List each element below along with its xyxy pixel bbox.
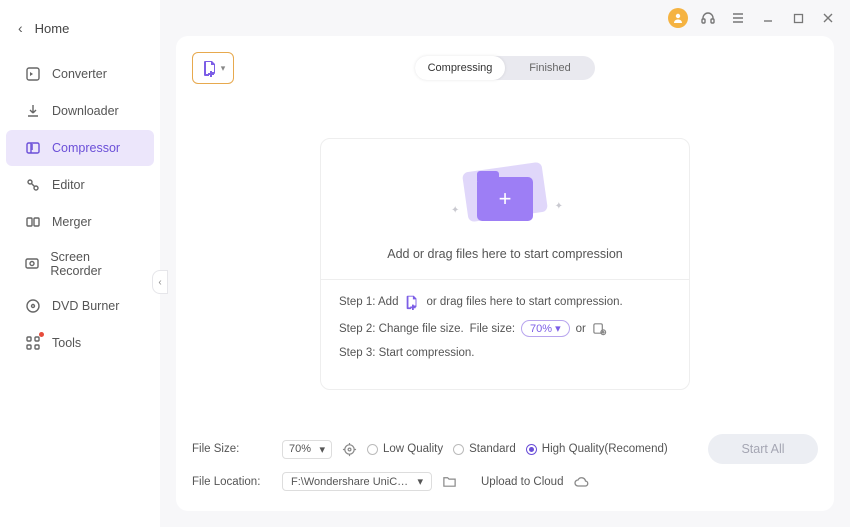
quality-low-radio[interactable]: Low Quality [367,443,443,455]
collapse-sidebar-button[interactable]: ‹ [152,270,168,294]
filesize-label: File Size: [192,443,272,455]
nav-label: Compressor [52,141,120,155]
sidebar-item-dvd-burner[interactable]: DVD Burner [6,288,154,324]
nav-label: Converter [52,67,107,81]
main-area: ▾ Compressing Finished + ✦ ✦ Add or [160,0,850,527]
start-all-button[interactable]: Start All [708,434,818,464]
drop-area[interactable]: + ✦ ✦ Add or drag files here to start co… [320,138,690,390]
location-label: File Location: [192,476,272,488]
menu-icon[interactable] [728,8,748,28]
settings-icon[interactable] [592,321,607,336]
nav-label: Tools [52,336,81,350]
home-button[interactable]: ‹ Home [0,8,160,48]
headphone-icon[interactable] [698,8,718,28]
badge-dot [39,332,44,337]
sidebar-item-compressor[interactable]: Compressor [6,130,154,166]
tab-finished[interactable]: Finished [505,56,595,80]
converter-icon [24,65,42,83]
step-3: Step 3: Start compression. [339,347,671,359]
minimize-button[interactable] [758,8,778,28]
screen-recorder-icon [24,255,40,273]
sidebar-item-screen-recorder[interactable]: Screen Recorder [6,241,154,287]
filesize-select[interactable]: 70%▾ [282,440,332,459]
folder-open-icon[interactable] [442,474,457,489]
tools-icon [24,334,42,352]
add-file-button[interactable]: ▾ [192,52,234,84]
size-pill[interactable]: 70%▾ [521,320,570,337]
tab-switcher: Compressing Finished [415,56,595,80]
titlebar [160,0,850,36]
step-2: Step 2: Change file size. File size: 70%… [339,320,671,337]
quality-standard-radio[interactable]: Standard [453,443,516,455]
dvd-burner-icon [24,297,42,315]
sidebar-item-converter[interactable]: Converter [6,56,154,92]
back-icon: ‹ [18,20,23,36]
cloud-icon[interactable] [573,474,589,490]
upload-cloud-label: Upload to Cloud [481,476,563,488]
steps: Step 1: Add or drag files here to start … [321,279,689,373]
file-location-select[interactable]: F:\Wondershare UniConverter 1▾ [282,472,432,491]
content-card: ▾ Compressing Finished + ✦ ✦ Add or [176,36,834,511]
chevron-down-icon: ▾ [221,63,226,74]
nav-label: Downloader [52,104,119,118]
nav-label: DVD Burner [52,299,119,313]
chevron-down-icon: ▾ [555,322,561,335]
user-avatar-icon[interactable] [668,8,688,28]
file-add-icon [201,59,219,77]
merger-icon [24,213,42,231]
tab-compressing[interactable]: Compressing [415,56,505,80]
downloader-icon [24,102,42,120]
drop-caption: Add or drag files here to start compress… [341,247,669,261]
plus-icon: + [477,177,533,221]
folder-illustration: + ✦ ✦ [445,163,565,233]
sidebar-item-tools[interactable]: Tools [6,325,154,361]
sidebar-item-downloader[interactable]: Downloader [6,93,154,129]
nav-label: Merger [52,215,92,229]
maximize-button[interactable] [788,8,808,28]
chevron-down-icon: ▾ [319,443,325,456]
compressor-icon [24,139,42,157]
sidebar: ‹ Home Converter Downloader Compressor E… [0,0,160,527]
nav-list: Converter Downloader Compressor Editor M… [0,56,160,361]
editor-icon [24,176,42,194]
step-1: Step 1: Add or drag files here to start … [339,294,671,310]
chevron-down-icon: ▾ [417,475,423,488]
quality-high-radio[interactable]: High Quality(Recomend) [526,443,668,455]
file-add-icon [404,294,420,310]
settings-icon[interactable] [342,442,357,457]
footer: File Size: 70%▾ Low Quality Standard Hig… [192,424,818,499]
nav-label: Screen Recorder [50,250,136,278]
close-button[interactable] [818,8,838,28]
sidebar-item-editor[interactable]: Editor [6,167,154,203]
home-label: Home [35,21,70,36]
nav-label: Editor [52,178,85,192]
sidebar-item-merger[interactable]: Merger [6,204,154,240]
